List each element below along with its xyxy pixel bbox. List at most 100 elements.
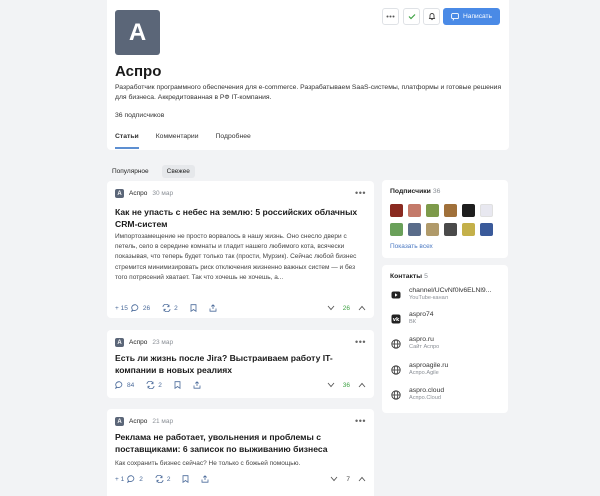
subscriber-avatar[interactable] [426, 223, 439, 236]
repost-control[interactable]: 2 [162, 304, 178, 312]
tab-details[interactable]: Подробнее [216, 133, 251, 149]
globe-icon [390, 338, 402, 350]
bookmark-button[interactable] [174, 381, 181, 389]
article-menu-button[interactable]: ••• [355, 337, 366, 347]
repost-control[interactable]: 2 [146, 381, 162, 389]
subscriber-avatar[interactable] [444, 223, 457, 236]
votes-count: 26 [342, 304, 350, 312]
repost-control[interactable]: 2 [155, 475, 171, 483]
filter-fresh[interactable]: Свежее [161, 165, 195, 178]
rating-control: + 1 2 [115, 475, 143, 483]
tab-articles[interactable]: Статьи [115, 133, 139, 149]
message-icon [451, 12, 459, 21]
contact-sub: YouTube-канал [409, 295, 448, 301]
subscriber-avatar[interactable] [426, 204, 439, 217]
subscriber-avatar[interactable] [462, 223, 475, 236]
chevron-down-icon[interactable] [330, 476, 338, 482]
share-button[interactable] [209, 304, 217, 312]
comment-icon[interactable] [127, 475, 136, 483]
contact-vk[interactable]: vk aspro74 ВК [390, 311, 434, 326]
bell-icon [428, 13, 435, 21]
notifications-button[interactable] [423, 8, 440, 25]
vote-control: 26 [327, 305, 366, 312]
comment-icon[interactable] [131, 304, 140, 312]
chevron-down-icon[interactable] [327, 382, 335, 388]
repost-icon [155, 475, 164, 483]
author-avatar[interactable]: А [115, 338, 124, 347]
show-all-subscribers-link[interactable]: Показать всех [390, 243, 433, 250]
contact-main: asproagile.ru [409, 362, 449, 369]
comments-control[interactable]: 84 [115, 381, 134, 389]
sort-filters: Популярное Свежее [107, 165, 195, 178]
author-avatar[interactable]: А [115, 417, 124, 426]
comments-count[interactable]: 2 [139, 476, 143, 483]
reposts-count: 2 [166, 475, 171, 483]
reposts-count: 2 [158, 381, 162, 389]
contacts-widget: Контакты 5 channel/UCvNf0lv6ELNl9... YouTu… [382, 265, 508, 413]
article-header: А Аспро 23 мар [115, 338, 173, 347]
votes-count: 36 [342, 381, 350, 389]
bookmark-button[interactable] [182, 475, 189, 483]
check-icon [408, 14, 415, 20]
contact-youtube[interactable]: channel/UCvNf0lv6ELNl9... YouTube-канал [390, 287, 491, 302]
filter-popular[interactable]: Популярное [107, 165, 154, 178]
contact-main: aspro.cloud [409, 387, 445, 394]
contact-main: aspro.ru [409, 336, 434, 343]
votes-count: 7 [346, 475, 350, 483]
subscriber-avatar[interactable] [408, 204, 421, 217]
page-title: Аспро [115, 63, 162, 80]
profile-header: А Написать Аспро Разработчик программног… [107, 0, 509, 150]
contact-agile[interactable]: asproagile.ru Аспро.Agile [390, 362, 448, 377]
article-menu-button[interactable]: ••• [355, 416, 366, 426]
vote-control: 7 [330, 476, 366, 483]
subscriber-avatar[interactable] [462, 204, 475, 217]
subscriber-avatar[interactable] [444, 204, 457, 217]
profile-tabs: Статьи Комментарии Подробнее [115, 133, 251, 149]
svg-text:vk: vk [393, 317, 400, 323]
contacts-title: Контакты [390, 273, 423, 280]
author-avatar[interactable]: А [115, 189, 124, 198]
chevron-down-icon[interactable] [327, 305, 335, 311]
rating-value: + 15 [115, 304, 128, 312]
company-description: Разработчик программного обеспечения для… [115, 84, 502, 101]
more-dots-icon: ••• [355, 337, 366, 347]
subscriber-avatar[interactable] [408, 223, 421, 236]
contact-cloud[interactable]: aspro.cloud Аспро.Cloud [390, 387, 444, 402]
chevron-up-icon[interactable] [358, 305, 366, 311]
article-card: А Аспро 23 мар ••• Есть ли жизнь после J… [107, 330, 374, 398]
article-title[interactable]: Есть ли жизнь после Jira? Выстраиваем ра… [115, 352, 365, 376]
subscriber-avatar[interactable] [390, 204, 403, 217]
chevron-up-icon[interactable] [358, 476, 366, 482]
reposts-count: 2 [174, 304, 178, 312]
subscriber-avatar[interactable] [390, 223, 403, 236]
bookmark-button[interactable] [190, 304, 197, 312]
comments-count[interactable]: 26 [143, 305, 150, 312]
article-title[interactable]: Как не упасть с небес на землю: 5 россий… [115, 206, 365, 230]
tab-comments[interactable]: Комментарии [156, 133, 199, 149]
author-name[interactable]: Аспро [129, 190, 147, 197]
write-message-button[interactable]: Написать [443, 8, 500, 25]
bookmark-icon [183, 475, 189, 483]
author-name[interactable]: Аспро [129, 418, 147, 425]
share-button[interactable] [201, 475, 209, 483]
author-name[interactable]: Аспро [129, 339, 147, 346]
chevron-up-icon[interactable] [358, 382, 366, 388]
rating-control: + 15 26 [115, 304, 150, 312]
bookmark-icon [190, 304, 197, 312]
contact-site[interactable]: aspro.ru Сайт Аспро [390, 336, 439, 351]
more-options-button[interactable] [382, 8, 399, 25]
article-title[interactable]: Реклама не работает, увольнения и пробле… [115, 431, 365, 455]
article-excerpt: Как сохранить бизнес сейчас? Не только с… [115, 460, 301, 467]
share-icon [193, 381, 201, 389]
article-date: 30 мар [152, 190, 174, 197]
subscriber-avatar[interactable] [480, 204, 493, 217]
subscribed-button[interactable] [403, 8, 420, 25]
article-menu-button[interactable]: ••• [355, 188, 366, 198]
contact-sub: Аспро.Cloud [409, 395, 441, 401]
share-button[interactable] [193, 381, 201, 389]
globe-icon [390, 364, 402, 376]
comments-count: 84 [127, 381, 135, 389]
comment-icon [115, 381, 123, 389]
subscriber-avatar[interactable] [480, 223, 493, 236]
subscribers-count[interactable]: 36 подписчиков [115, 112, 164, 119]
